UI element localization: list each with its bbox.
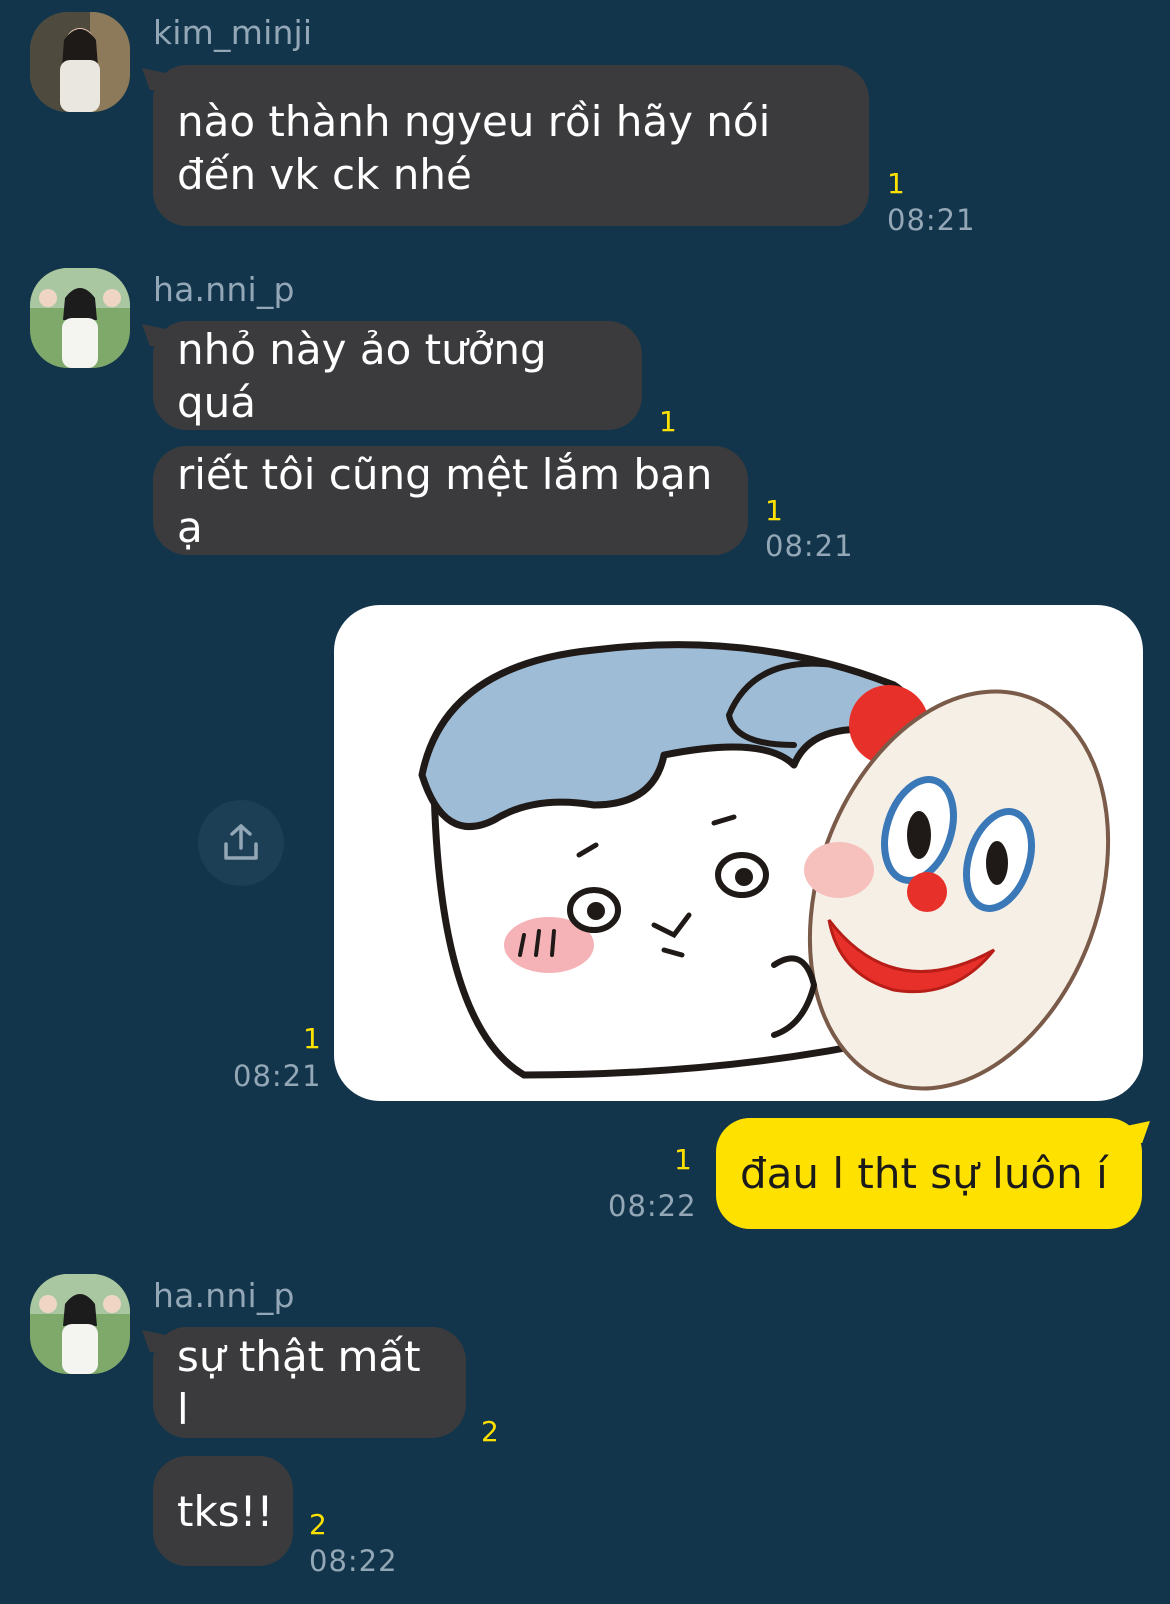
message-bubble[interactable]: nhỏ này ảo tưởng quá bbox=[153, 321, 642, 430]
avatar-kim-minji[interactable] bbox=[30, 12, 130, 112]
avatar-ha-nni-p[interactable] bbox=[30, 268, 130, 368]
message-bubble[interactable]: nào thành ngyeu rồi hãy nói đến vk ck nh… bbox=[153, 65, 869, 226]
message-time: 08:21 bbox=[887, 203, 976, 237]
unread-count: 2 bbox=[481, 1415, 499, 1448]
unread-count: 1 bbox=[887, 167, 905, 200]
message-text: riết tôi cũng mệt lắm bạn ạ bbox=[177, 449, 713, 552]
message-text: nào thành ngyeu rồi hãy nói đến vk ck nh… bbox=[177, 97, 771, 199]
message-text: sự thật mất l bbox=[177, 1331, 421, 1434]
sender-name: ha.nni_p bbox=[153, 1276, 295, 1315]
message-time: 08:21 bbox=[233, 1059, 322, 1093]
unread-count: 1 bbox=[765, 494, 783, 527]
message-bubble[interactable]: riết tôi cũng mệt lắm bạn ạ bbox=[153, 446, 748, 555]
sender-name: ha.nni_p bbox=[153, 270, 295, 309]
message-bubble[interactable]: sự thật mất l bbox=[153, 1327, 466, 1438]
message-text: nhỏ này ảo tưởng quá bbox=[177, 324, 547, 427]
message-time: 08:22 bbox=[309, 1544, 398, 1578]
clown-mask-sticker[interactable] bbox=[334, 605, 1143, 1101]
message-bubble[interactable]: tks!! bbox=[153, 1456, 293, 1566]
unread-count: 1 bbox=[674, 1143, 692, 1176]
avatar-ha-nni-p[interactable] bbox=[30, 1274, 130, 1374]
sender-name: kim_minji bbox=[153, 13, 313, 52]
unread-count: 2 bbox=[309, 1508, 327, 1541]
message-time: 08:22 bbox=[608, 1189, 697, 1223]
message-time: 08:21 bbox=[765, 529, 854, 563]
message-bubble-outgoing[interactable]: đau l tht sự luôn í bbox=[716, 1118, 1142, 1229]
share-button[interactable] bbox=[198, 800, 284, 886]
share-icon bbox=[224, 824, 258, 860]
unread-count: 1 bbox=[659, 405, 677, 438]
message-text: tks!! bbox=[177, 1486, 274, 1536]
unread-count: 1 bbox=[303, 1022, 321, 1055]
message-text: đau l tht sự luôn í bbox=[740, 1149, 1108, 1198]
